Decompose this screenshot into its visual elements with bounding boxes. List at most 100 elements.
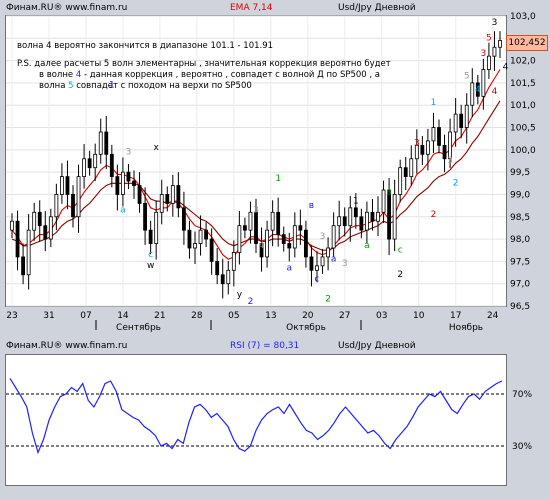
candle-body [298,225,303,231]
candle-body [320,256,325,267]
candle-body [87,158,92,169]
note-line-3-a: в волне [39,70,76,80]
month-label: Октябрь [286,323,326,333]
candle-body [420,144,425,155]
candle-body [353,207,358,218]
candle-body [71,194,75,218]
wave-label: 1 [431,98,437,108]
main-chart-header: Финам.RU® www.finam.ru EMA 7,14 Usd/Jpy … [0,2,550,15]
wave-label: 2 [453,179,459,189]
wave-label: 3 [342,259,348,269]
candle-body [154,211,159,244]
candle-body [326,247,330,258]
price-y-tick-label: 97,5 [510,257,530,267]
note-line-4-c: совпадет с походом на верхи по SP500 [73,81,252,91]
price-y-tick-label: 101,0 [510,101,536,111]
price-x-tick-label: 17 [450,311,461,321]
candle-body [126,171,131,182]
candle-body [481,69,486,97]
candle-body [331,225,336,249]
candle-body [21,256,25,276]
note-line-3: в волне 4 - данная коррекция , вероятно … [39,70,380,81]
wave-label: 4 [475,85,481,95]
candle-body [187,229,192,249]
month-label: Сентябрь [116,323,161,333]
wave-label: 4 [259,241,265,251]
candle-body [270,211,275,231]
wave-label: a [120,205,126,215]
candle-body [370,211,375,222]
candle-body [381,189,386,213]
ema-indicator-label: EMA 7,14 [230,3,273,13]
price-x-tick-label: 03 [376,311,387,321]
wave-label: в [386,187,391,197]
candle-body [431,127,436,142]
rsi-line [9,378,503,455]
price-x-tick-label: 27 [339,311,350,321]
wave-label: 2 [397,270,403,280]
month-label: Ноябрь [449,323,483,333]
price-x-tick-label: 20 [302,311,314,321]
price-x-tick-label: 14 [117,311,129,321]
candle-body [54,194,59,218]
candle-body [104,131,109,155]
candle-body [487,55,491,70]
price-y-tick-label: 102,0 [510,57,536,67]
price-x-tick-label: 24 [487,311,499,321]
candle-body [337,216,342,227]
wave-label: 3 [414,138,420,148]
rsi-chart[interactable]: 70% 30% [5,354,532,486]
candle-body [254,211,258,244]
candle-body [348,207,353,227]
price-y-tick-label: 100,0 [510,146,536,156]
wave-label: 4 [492,87,498,97]
candle-body [470,82,475,106]
candle-body [426,140,430,155]
candle-body [93,153,98,169]
instrument-label: Usd/Jpy Дневной [338,3,416,13]
candle-body [292,225,297,249]
candle-body [403,167,408,178]
candle-body [226,269,231,285]
wave-label: 3 [320,232,326,242]
price-x-tick-label: 31 [43,311,54,321]
candle-body [309,256,314,271]
rsi-chart-header: Финам.RU® www.finam.ru RSI (7) = 80,31 U… [0,340,550,353]
rsi-source-label: Финам.RU® www.finam.ru [6,341,128,351]
wave-label: y [237,290,243,300]
wave-label: c [148,250,153,260]
price-x-tick-label: 21 [154,311,165,321]
wave-label: 3 [492,18,498,28]
candle-body [76,176,81,218]
price-y-tick-label: 100,5 [510,124,536,134]
candle-body [243,225,247,231]
candle-body [209,238,214,262]
candle-body [237,225,242,253]
wave-label: 2 [248,297,254,307]
candle-body [437,127,441,146]
candle-body [204,229,208,240]
candle-body [315,265,319,271]
wave-label: c [315,274,320,284]
candle-body [143,202,147,231]
wave-label: 3 [447,156,453,166]
wave-label: 4 [503,63,509,73]
candle-body [276,211,281,236]
candle-body [132,180,136,186]
rsi-instrument-label: Usd/Jpy Дневной [338,341,416,351]
price-y-tick-label: 98,0 [510,235,530,245]
candle-body [43,225,48,240]
candle-body [193,243,197,249]
price-y-tick-label: 98,5 [510,213,530,223]
wave-label: 3 [480,49,486,59]
price-x-tick-label: 13 [265,311,276,321]
candle-body [15,220,20,258]
wave-label: 1 [275,174,281,184]
note-line-2: P.S. далее расчеты 5 волн элементарны , … [17,59,391,69]
price-chart[interactable]: 96,5 97,0 97,5 98,0 98,5 99,0 99,5 100,0 100,5 10… [5,12,536,333]
candle-body [376,211,380,222]
candle-body [37,211,42,227]
candle-body [98,131,103,155]
candle-body [32,211,37,231]
candle-body [26,229,31,276]
